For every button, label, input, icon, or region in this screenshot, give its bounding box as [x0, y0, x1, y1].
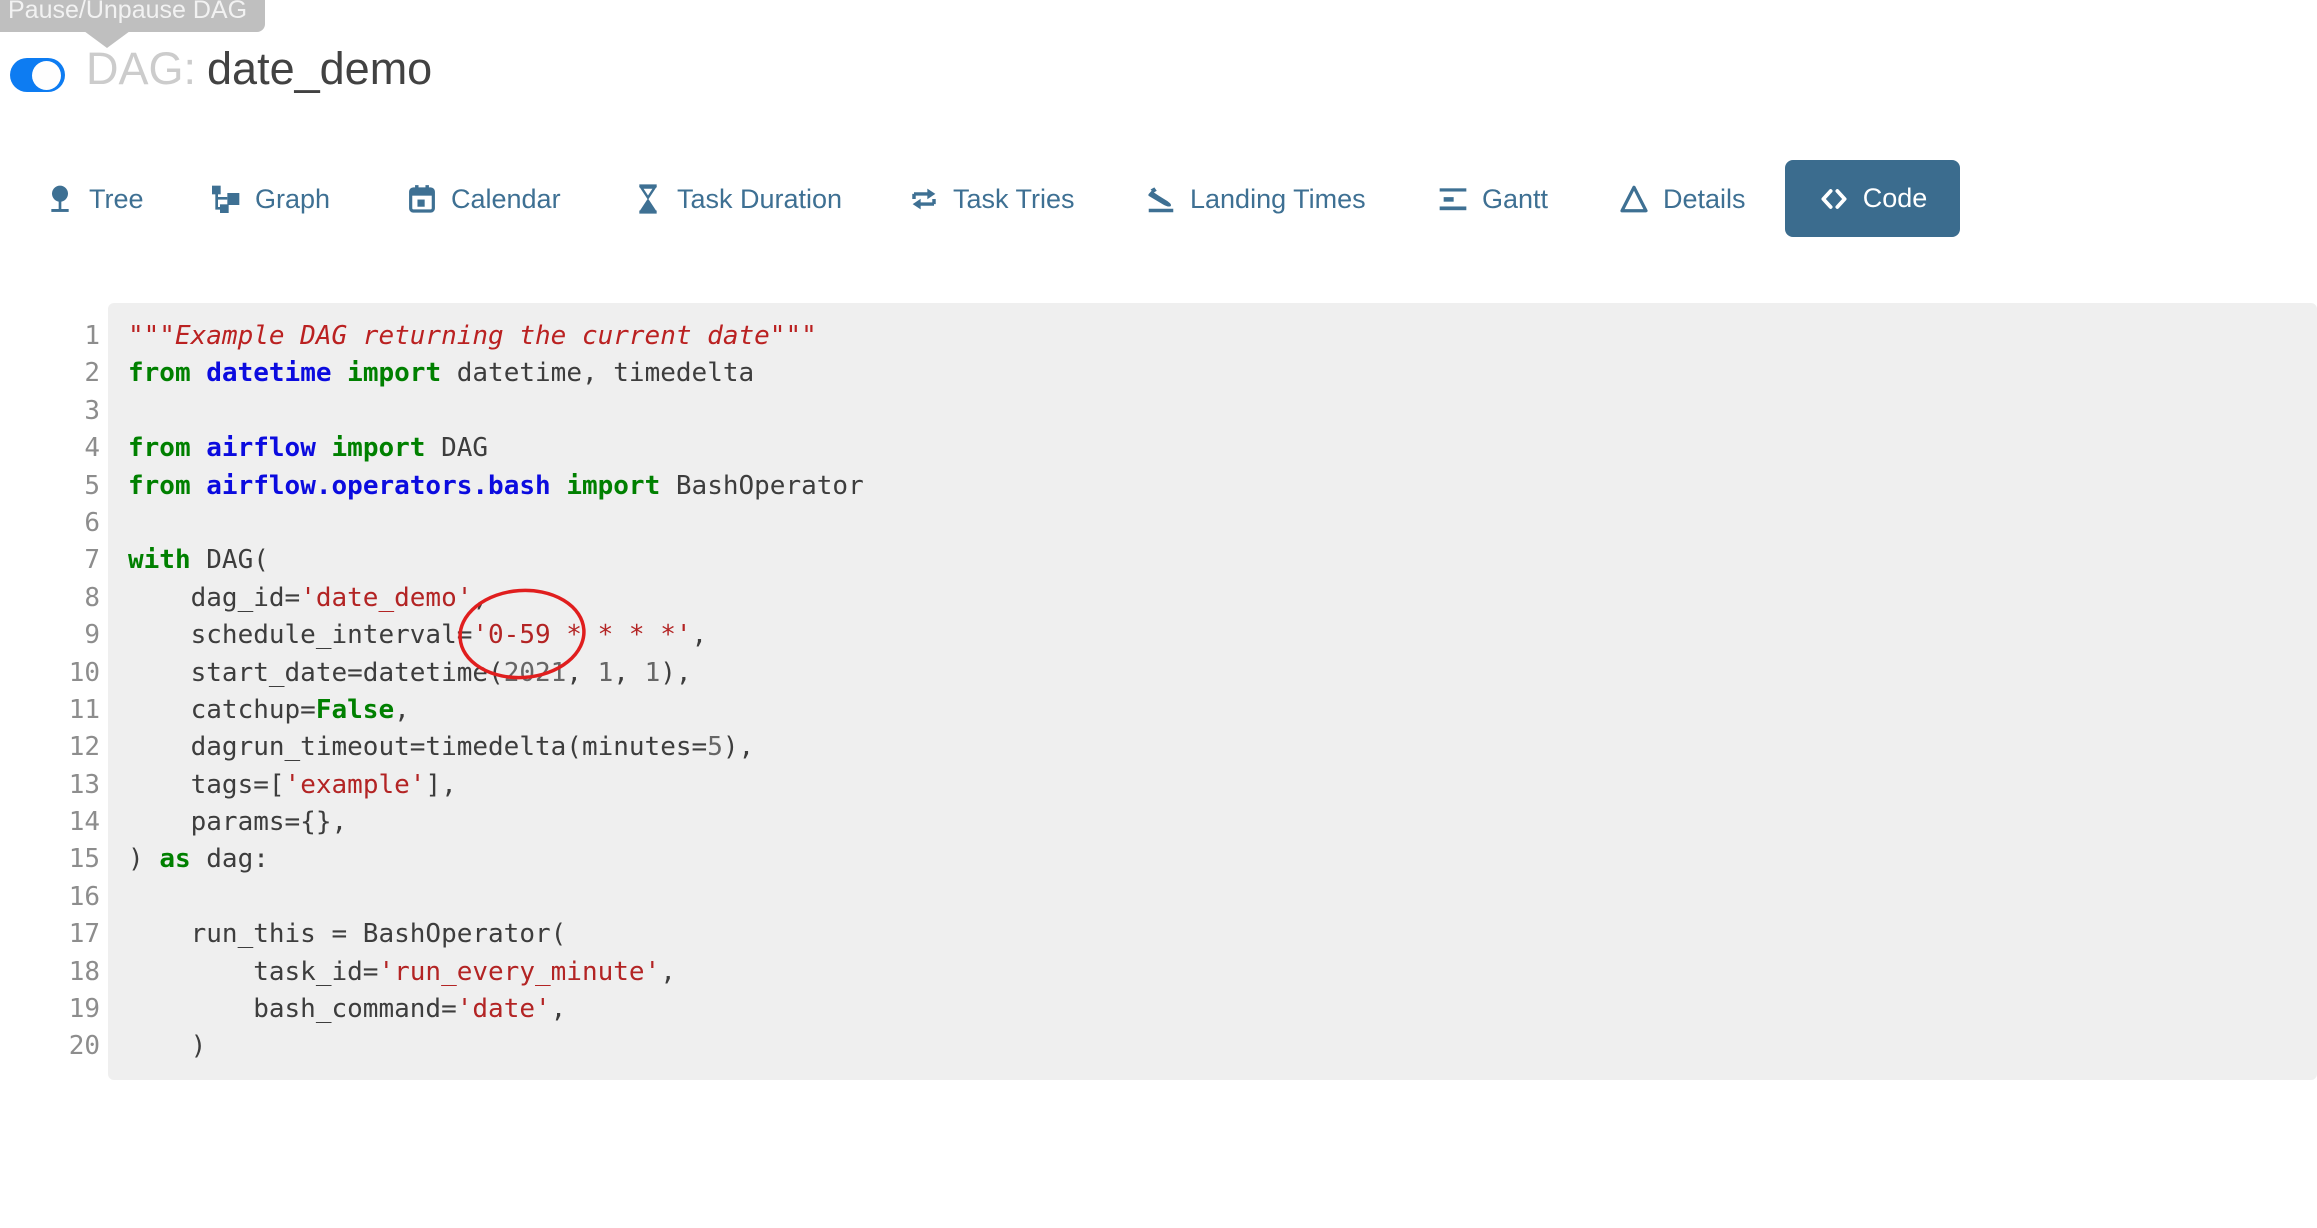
- code-line-18: 18 task_id='run_every_minute',: [0, 954, 2317, 991]
- tab-task-duration[interactable]: Task Duration: [632, 160, 842, 238]
- line-number: 18: [0, 954, 100, 991]
- code-text: run_this = BashOperator(: [128, 919, 566, 949]
- code-text: from airflow import DAG: [128, 433, 488, 463]
- code-text: ): [128, 1031, 206, 1061]
- tab-label: Task Tries: [953, 184, 1075, 215]
- hourglass-icon: [632, 183, 664, 215]
- code-line-11: 11 catchup=False,: [0, 692, 2317, 729]
- code-line-13: 13 tags=['example'],: [0, 767, 2317, 804]
- line-number: 7: [0, 542, 100, 579]
- code-text: schedule_interval='0-59 * * * *',: [128, 620, 707, 650]
- line-number: 3: [0, 393, 100, 430]
- tab-tree[interactable]: Tree: [44, 160, 144, 238]
- code-text: tags=['example'],: [128, 770, 457, 800]
- tree-icon: [44, 183, 76, 215]
- line-number: 19: [0, 991, 100, 1028]
- line-number: 14: [0, 804, 100, 841]
- line-number: 20: [0, 1028, 100, 1065]
- tooltip-arrow: [84, 31, 130, 48]
- dag-label: DAG:: [86, 43, 196, 94]
- page-title: DAG:date_demo: [86, 44, 432, 94]
- line-number: 10: [0, 655, 100, 692]
- line-number: 16: [0, 879, 100, 916]
- code-text: dag_id='date_demo',: [128, 583, 488, 613]
- code-line-6: 6: [0, 505, 2317, 542]
- toggle-knob: [32, 61, 61, 90]
- code-text: task_id='run_every_minute',: [128, 957, 676, 987]
- tab-label: Landing Times: [1190, 184, 1366, 215]
- line-number: 1: [0, 318, 100, 355]
- tab-label: Details: [1663, 184, 1746, 215]
- code-brackets-icon: [1818, 183, 1850, 215]
- code-line-15: 15 ) as dag:: [0, 841, 2317, 878]
- tab-label: Task Duration: [677, 184, 842, 215]
- line-number: 17: [0, 916, 100, 953]
- code-text: dagrun_timeout=timedelta(minutes=5),: [128, 732, 754, 762]
- line-number: 6: [0, 505, 100, 542]
- line-number: 15: [0, 841, 100, 878]
- tab-landing-times[interactable]: Landing Times: [1145, 160, 1366, 238]
- graph-icon: [210, 183, 242, 215]
- line-number: 5: [0, 468, 100, 505]
- line-number: 4: [0, 430, 100, 467]
- code-text: from datetime import datetime, timedelta: [128, 358, 754, 388]
- tab-label: Calendar: [451, 184, 561, 215]
- line-number: 11: [0, 692, 100, 729]
- code-text: """Example DAG returning the current dat…: [128, 321, 817, 351]
- tab-task-tries[interactable]: Task Tries: [908, 160, 1075, 238]
- code-line-9: 9 schedule_interval='0-59 * * * *',: [0, 617, 2317, 654]
- code-text: from airflow.operators.bash import BashO…: [128, 471, 864, 501]
- plane-landing-icon: [1145, 183, 1177, 215]
- code-line-10: 10 start_date=datetime(2021, 1, 1),: [0, 655, 2317, 692]
- tab-details[interactable]: Details: [1618, 160, 1746, 238]
- triangle-icon: [1618, 183, 1650, 215]
- code-line-3: 3: [0, 393, 2317, 430]
- code-line-7: 7 with DAG(: [0, 542, 2317, 579]
- code-line-17: 17 run_this = BashOperator(: [0, 916, 2317, 953]
- code-line-20: 20 ): [0, 1028, 2317, 1065]
- tab-label: Graph: [255, 184, 330, 215]
- code-text: bash_command='date',: [128, 994, 566, 1024]
- tab-code[interactable]: Code: [1785, 160, 1960, 237]
- gantt-bars-icon: [1437, 183, 1469, 215]
- pause-tooltip: Pause/Unpause DAG: [0, 0, 265, 32]
- line-number: 8: [0, 580, 100, 617]
- line-number: 2: [0, 355, 100, 392]
- code-line-5: 5 from airflow.operators.bash import Bash…: [0, 468, 2317, 505]
- pause-unpause-toggle[interactable]: [10, 58, 65, 92]
- code-line-19: 19 bash_command='date',: [0, 991, 2317, 1028]
- tab-bar: Tree Graph Calendar Task Duration Task Tries…: [0, 160, 2317, 238]
- code-line-12: 12 dagrun_timeout=timedelta(minutes=5),: [0, 729, 2317, 766]
- calendar-icon: [406, 183, 438, 215]
- tab-label: Code: [1863, 183, 1928, 214]
- code-line-14: 14 params={},: [0, 804, 2317, 841]
- dag-name: date_demo: [207, 43, 432, 94]
- code-text: params={},: [128, 807, 347, 837]
- tab-calendar[interactable]: Calendar: [406, 160, 561, 238]
- code-line-1: 1 """Example DAG returning the current da…: [0, 318, 2317, 355]
- code-line-4: 4 from airflow import DAG: [0, 430, 2317, 467]
- tab-label: Gantt: [1482, 184, 1548, 215]
- code-text: with DAG(: [128, 545, 269, 575]
- code-text: start_date=datetime(2021, 1, 1),: [128, 658, 692, 688]
- line-number: 9: [0, 617, 100, 654]
- line-number: 12: [0, 729, 100, 766]
- tab-graph[interactable]: Graph: [210, 160, 330, 238]
- code-text: catchup=False,: [128, 695, 410, 725]
- line-number: 13: [0, 767, 100, 804]
- repeat-arrows-icon: [908, 183, 940, 215]
- code-line-16: 16: [0, 879, 2317, 916]
- code-text: ) as dag:: [128, 844, 269, 874]
- code-line-8: 8 dag_id='date_demo',: [0, 580, 2317, 617]
- pause-tooltip-text: Pause/Unpause DAG: [8, 0, 247, 24]
- code-lines: 1 """Example DAG returning the current da…: [0, 318, 2317, 1066]
- tab-gantt[interactable]: Gantt: [1437, 160, 1548, 238]
- tab-label: Tree: [89, 184, 144, 215]
- code-line-2: 2 from datetime import datetime, timedelt…: [0, 355, 2317, 392]
